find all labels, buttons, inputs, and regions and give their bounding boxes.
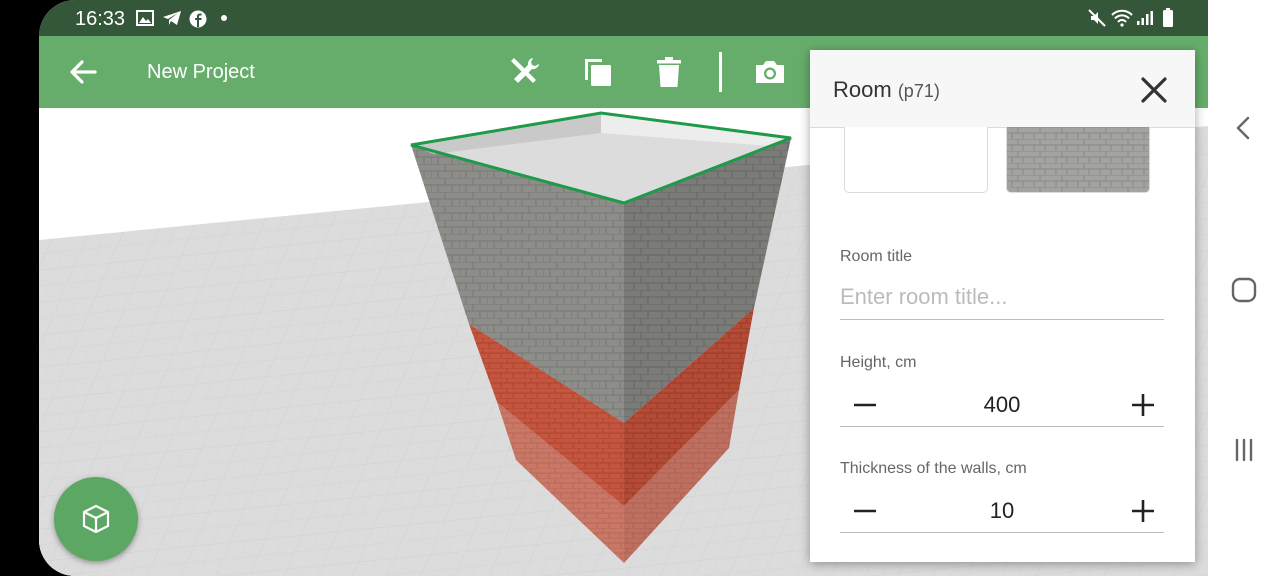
height-value[interactable]: 400 [900, 392, 1104, 418]
system-nav-bar [1208, 0, 1280, 576]
room-title-input[interactable] [840, 275, 1164, 320]
battery-icon [1163, 8, 1173, 27]
toolbar-divider [719, 52, 722, 92]
close-icon[interactable] [1138, 74, 1170, 106]
material-swatch-stone[interactable] [1006, 127, 1150, 193]
camera-icon[interactable] [752, 54, 788, 90]
thickness-increase-button[interactable] [1126, 494, 1160, 528]
project-title: New Project [147, 61, 255, 83]
home-icon[interactable] [1228, 274, 1260, 306]
gallery-icon [136, 10, 154, 26]
mute-icon [1088, 9, 1106, 27]
back-arrow-icon[interactable] [65, 54, 101, 90]
stone-texture [1007, 127, 1149, 192]
tools-icon[interactable] [507, 54, 543, 90]
panel-subtitle: (p71) [897, 81, 940, 101]
height-decrease-button[interactable] [848, 388, 882, 422]
room-properties-panel: Room (p71) Room title Height, cm 400 Thi… [810, 50, 1195, 562]
thickness-decrease-button[interactable] [848, 494, 882, 528]
panel-title-text: Room [833, 77, 892, 102]
signal-icon [1137, 11, 1153, 25]
room-title-label: Room title [840, 248, 913, 265]
height-stepper: 400 [840, 384, 1164, 427]
status-bar: 16:33 [39, 0, 1208, 36]
wifi-icon [1111, 9, 1133, 27]
height-label: Height, cm [840, 354, 917, 371]
status-time: 16:33 [75, 8, 126, 30]
telegram-icon [163, 11, 181, 25]
material-swatch-plain[interactable] [844, 127, 988, 193]
thickness-stepper: 10 [840, 490, 1164, 533]
cube-icon [82, 504, 110, 534]
facebook-icon [189, 10, 207, 28]
panel-title: Room (p71) [833, 77, 940, 103]
copy-icon[interactable] [580, 54, 616, 90]
thickness-value[interactable]: 10 [900, 498, 1104, 524]
panel-header: Room (p71) [810, 50, 1195, 128]
recents-icon[interactable] [1228, 434, 1260, 466]
thickness-label: Thickness of the walls, cm [840, 460, 1027, 477]
view-mode-fab[interactable] [54, 477, 138, 561]
back-chevron-icon[interactable] [1228, 112, 1260, 144]
height-increase-button[interactable] [1126, 388, 1160, 422]
app-screen: 16:33 New Project Room (p71) Room title … [39, 0, 1208, 576]
dot-icon [221, 15, 227, 21]
trash-icon[interactable] [651, 54, 687, 90]
